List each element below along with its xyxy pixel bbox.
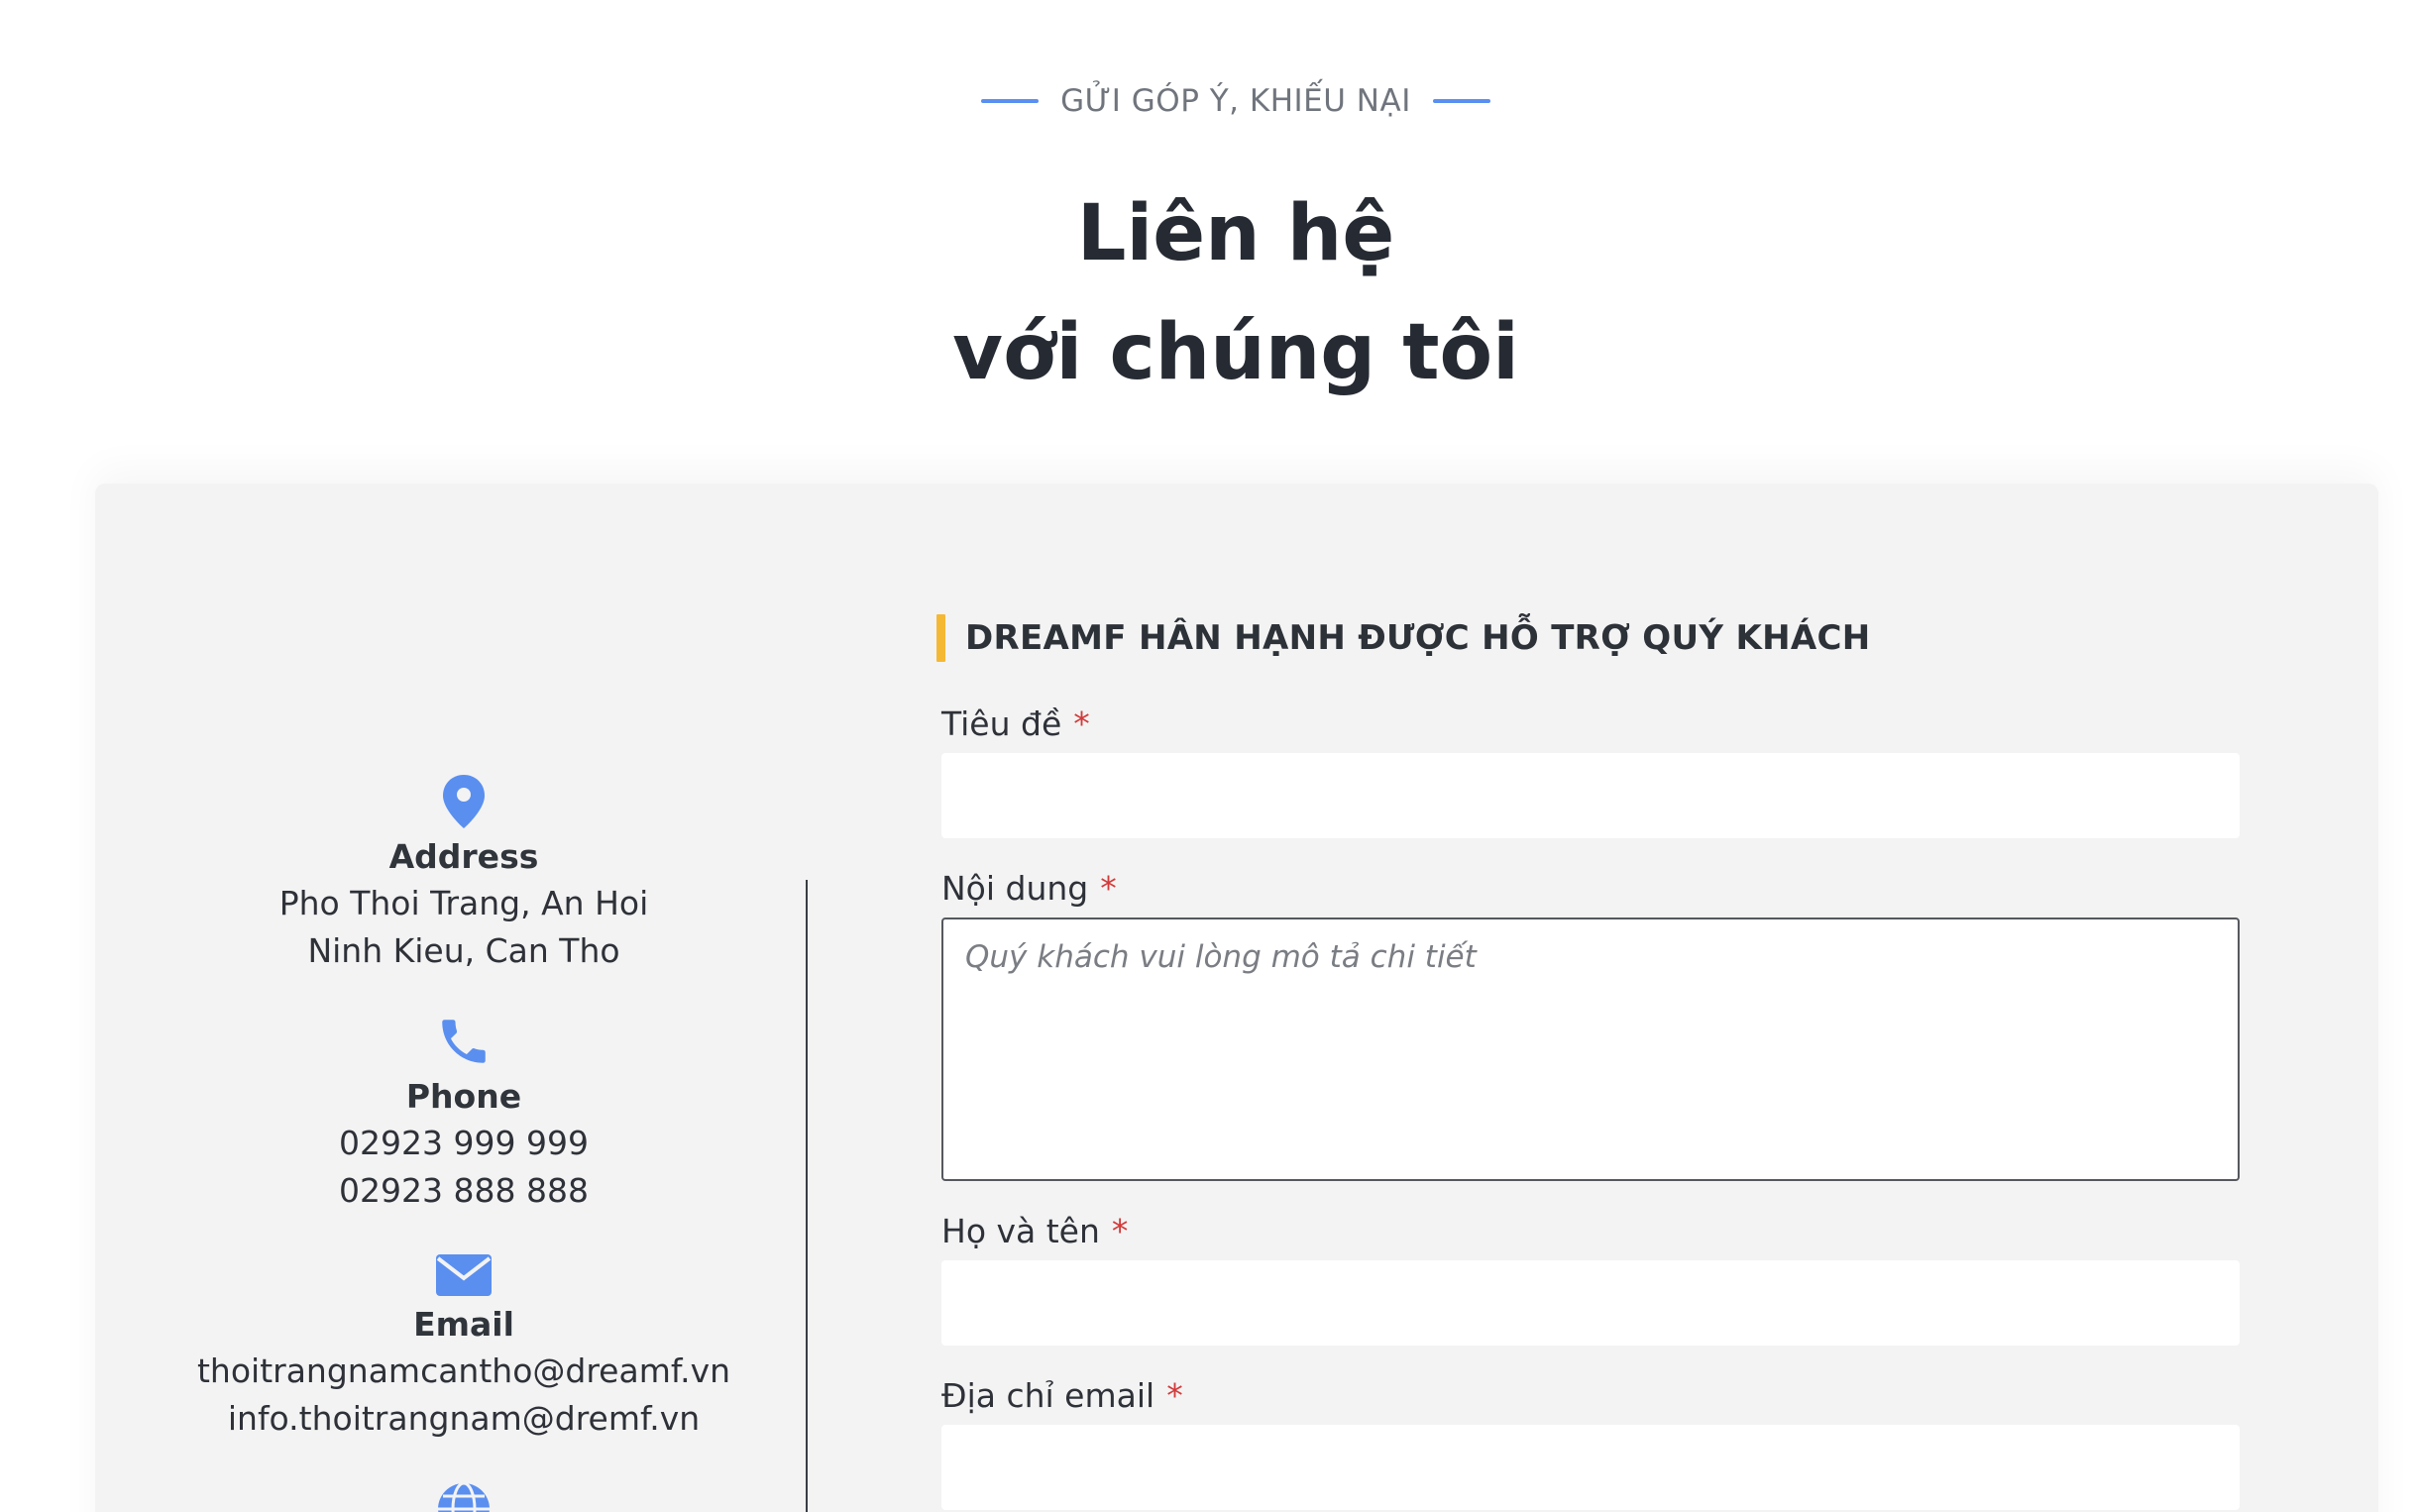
- envelope-icon: [436, 1254, 492, 1296]
- contact-info: Address Pho Thoi Trang, An Hoi Ninh Kieu…: [95, 773, 832, 1512]
- subject-label-text: Tiêu đề: [941, 704, 1062, 743]
- email-label: Địa chỉ email *: [941, 1375, 2241, 1417]
- address-line-2: Ninh Kieu, Can Tho: [307, 931, 620, 970]
- required-mark: *: [1100, 869, 1117, 908]
- address-line-1: Pho Thoi Trang, An Hoi: [278, 884, 649, 922]
- contact-page: GỬI GÓP Ý, KHIẾU NẠI Liên hệ với chúng t…: [0, 0, 2418, 1512]
- address-title: Address: [388, 837, 539, 876]
- phone-line-1[interactable]: 02923 999 999: [95, 1120, 832, 1167]
- name-input[interactable]: [941, 1260, 2240, 1346]
- subject-input[interactable]: [941, 753, 2240, 838]
- section-eyebrow: GỬI GÓP Ý, KHIẾU NẠI: [0, 83, 2418, 119]
- column-divider: [806, 880, 808, 1512]
- email-title: Email: [413, 1305, 514, 1344]
- email-block: Email thoitrangnamcantho@dreamf.vn info.…: [95, 1252, 832, 1443]
- page-title-line-2: với chúng tôi: [952, 308, 1519, 397]
- content-textarea[interactable]: [941, 918, 2240, 1181]
- eyebrow-line-left: [981, 99, 1040, 103]
- eyebrow-text: GỬI GÓP Ý, KHIẾU NẠI: [1060, 83, 1411, 119]
- name-label-text: Họ và tên: [941, 1212, 1100, 1250]
- website-block: [95, 1480, 832, 1512]
- eyebrow-line-right: [1432, 99, 1490, 103]
- page-title-line-1: Liên hệ: [1076, 189, 1395, 278]
- required-mark: *: [1073, 704, 1090, 743]
- feedback-form: DREAMF HÂN HẠNH ĐƯỢC HỖ TRỢ QUÝ KHÁCH Ti…: [936, 614, 2241, 1512]
- name-label: Họ và tên *: [941, 1211, 2241, 1252]
- email-input[interactable]: [941, 1425, 2240, 1510]
- phone-icon: [442, 1020, 486, 1063]
- content-label-text: Nội dung: [941, 869, 1089, 908]
- form-heading-accent-bar: [936, 614, 945, 662]
- phone-title: Phone: [405, 1077, 522, 1116]
- email-line-1[interactable]: thoitrangnamcantho@dreamf.vn: [95, 1348, 832, 1395]
- form-heading-text: DREAMF HÂN HẠNH ĐƯỢC HỖ TRỢ QUÝ KHÁCH: [965, 618, 1871, 658]
- subject-label: Tiêu đề *: [941, 703, 2241, 745]
- required-mark: *: [1166, 1376, 1183, 1415]
- globe-icon: [438, 1481, 490, 1512]
- email-label-text: Địa chỉ email: [941, 1376, 1155, 1415]
- email-line-2[interactable]: info.thoitrangnam@dremf.vn: [95, 1395, 832, 1443]
- form-heading: DREAMF HÂN HẠNH ĐƯỢC HỖ TRỢ QUÝ KHÁCH: [936, 614, 2241, 662]
- page-title: Liên hệ với chúng tôi: [0, 174, 2418, 412]
- phone-line-2[interactable]: 02923 888 888: [95, 1167, 832, 1215]
- map-pin-icon: [443, 775, 485, 828]
- content-label: Nội dung *: [941, 868, 2241, 910]
- required-mark: *: [1111, 1212, 1129, 1250]
- address-block: Address Pho Thoi Trang, An Hoi Ninh Kieu…: [95, 773, 832, 975]
- phone-block: Phone 02923 999 999 02923 888 888: [95, 1013, 832, 1215]
